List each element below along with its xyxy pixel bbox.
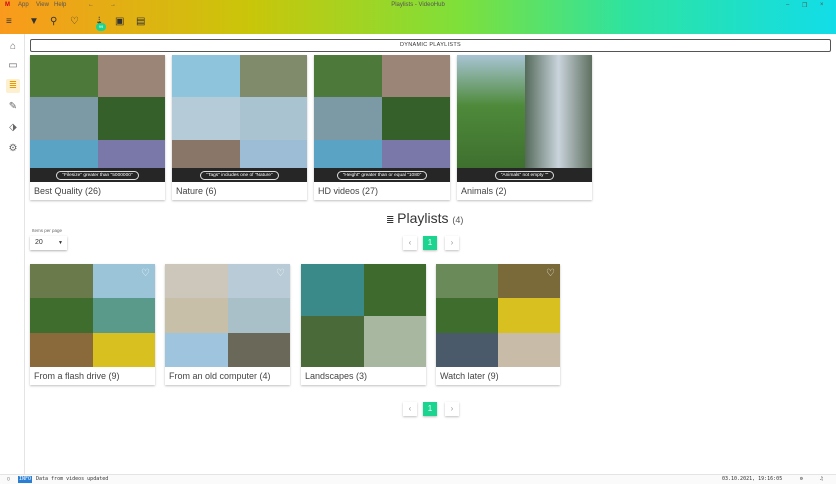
dynamic-playlist-card[interactable]: "Filesize" greater than "5000000" Best Q… xyxy=(30,55,165,200)
thumbnail-collage xyxy=(172,55,307,182)
minimize-button[interactable]: – xyxy=(786,2,789,8)
filter-chip: "Height" greater than or equal "1080" xyxy=(336,171,428,180)
playlist-icon: ≣ xyxy=(386,215,398,226)
bell-icon[interactable]: ♫ xyxy=(820,475,823,484)
filter-chip: "Animals" not empty "" xyxy=(494,171,555,180)
close-button[interactable]: × xyxy=(820,2,824,8)
tools-icon[interactable]: ✎ xyxy=(6,100,20,114)
playlist-card[interactable]: ♡ From an old computer (4) xyxy=(165,264,290,385)
playlist-card[interactable]: ♡ Watch later (9) xyxy=(436,264,560,385)
next-page-button[interactable]: › xyxy=(445,236,459,250)
thumbnail-collage xyxy=(457,55,592,182)
filter-icon[interactable]: ▼ xyxy=(29,16,39,27)
thumbnail-collage xyxy=(30,55,165,182)
playlist-name: HD videos (27) xyxy=(318,186,379,196)
search-icon[interactable]: ⚲ xyxy=(50,16,57,27)
prev-page-button[interactable]: ‹ xyxy=(403,402,417,416)
thumbnail-collage xyxy=(314,55,450,182)
download-badge: 99 xyxy=(96,23,106,31)
dynamic-playlist-card[interactable]: "Animals" not empty "" Animals (2) xyxy=(457,55,592,200)
next-page-button[interactable]: › xyxy=(445,402,459,416)
thumbnail-collage xyxy=(436,264,560,367)
settings-icon[interactable]: ⚙ xyxy=(6,142,20,156)
clipboard-icon[interactable]: ▯ xyxy=(7,475,10,484)
items-per-page-label: Items per page xyxy=(32,228,63,233)
tag-icon[interactable]: ⬗ xyxy=(6,121,20,135)
filter-chip: "Filesize" greater than "5000000" xyxy=(56,171,139,180)
title-toolbar: M App View Help ← → Playlists - VideoHub… xyxy=(0,0,836,34)
home-icon[interactable]: ⌂ xyxy=(6,40,20,54)
dynamic-playlist-card[interactable]: "Height" greater than or equal "1080" HD… xyxy=(314,55,450,200)
prev-page-button[interactable]: ‹ xyxy=(403,236,417,250)
menu-icon[interactable]: ≡ xyxy=(6,16,12,27)
thumbnail-collage xyxy=(165,264,290,367)
items-per-page-value: 20 xyxy=(35,239,43,246)
favorite-heart-icon[interactable]: ♡ xyxy=(141,268,150,279)
caret-down-icon: ▼ xyxy=(58,240,63,246)
playlist-name: Nature (6) xyxy=(176,186,217,196)
playlist-name: Watch later (9) xyxy=(440,371,499,381)
page-button[interactable]: 1 xyxy=(423,402,437,416)
playlists-heading: ≣ Playlists (4) xyxy=(386,210,463,226)
dynamic-playlist-card[interactable]: "Tags" includes one of "Nature" Nature (… xyxy=(172,55,307,200)
favorite-heart-icon[interactable]: ♡ xyxy=(546,268,555,279)
crop-icon[interactable]: ▣ xyxy=(115,16,124,27)
pagination-bottom: ‹ 1 › xyxy=(400,402,460,416)
playlist-icon[interactable]: ≣ xyxy=(6,79,20,93)
window-title: Playlists - VideoHub xyxy=(391,2,445,8)
page-button[interactable]: 1 xyxy=(423,236,437,250)
thumbnail-collage xyxy=(30,264,155,367)
thumbnail-collage xyxy=(301,264,426,367)
items-per-page-select[interactable]: 20 ▼ xyxy=(30,236,67,250)
playlists-count: (4) xyxy=(452,215,464,225)
playlist-name: From a flash drive (9) xyxy=(34,371,120,381)
video-icon[interactable]: ▭ xyxy=(6,59,20,73)
playlists-title: Playlists xyxy=(397,210,449,226)
playlist-card[interactable]: ♡ From a flash drive (9) xyxy=(30,264,155,385)
playlist-card[interactable]: Landscapes (3) xyxy=(301,264,426,385)
status-level-badge: INFO xyxy=(18,476,33,483)
favorite-heart-icon[interactable]: ♡ xyxy=(276,268,285,279)
folder-image-icon[interactable]: ▤ xyxy=(136,16,145,27)
settings-icon[interactable]: ⚙ xyxy=(800,475,803,484)
dynamic-playlists-button[interactable]: DYNAMIC PLAYLISTS xyxy=(30,39,831,52)
pagination-top: ‹ 1 › xyxy=(400,236,460,250)
heart-icon[interactable]: ♡ xyxy=(70,16,79,27)
playlist-name: From an old computer (4) xyxy=(169,371,271,381)
playlist-name: Best Quality (26) xyxy=(34,186,102,196)
playlist-name: Landscapes (3) xyxy=(305,371,368,381)
playlist-name: Animals (2) xyxy=(461,186,507,196)
status-message: Data from videos updated xyxy=(36,476,109,482)
filter-chip: "Tags" includes one of "Nature" xyxy=(200,171,279,180)
sidebar: ⌂ ▭ ≣ ✎ ⬗ ⚙ xyxy=(0,34,25,474)
status-bar: ▯ INFO Data from videos updated 03.10.20… xyxy=(0,474,836,484)
status-timestamp: 03.10.2021, 19:16:05 xyxy=(722,476,783,482)
restore-button[interactable]: ❐ xyxy=(802,2,807,9)
